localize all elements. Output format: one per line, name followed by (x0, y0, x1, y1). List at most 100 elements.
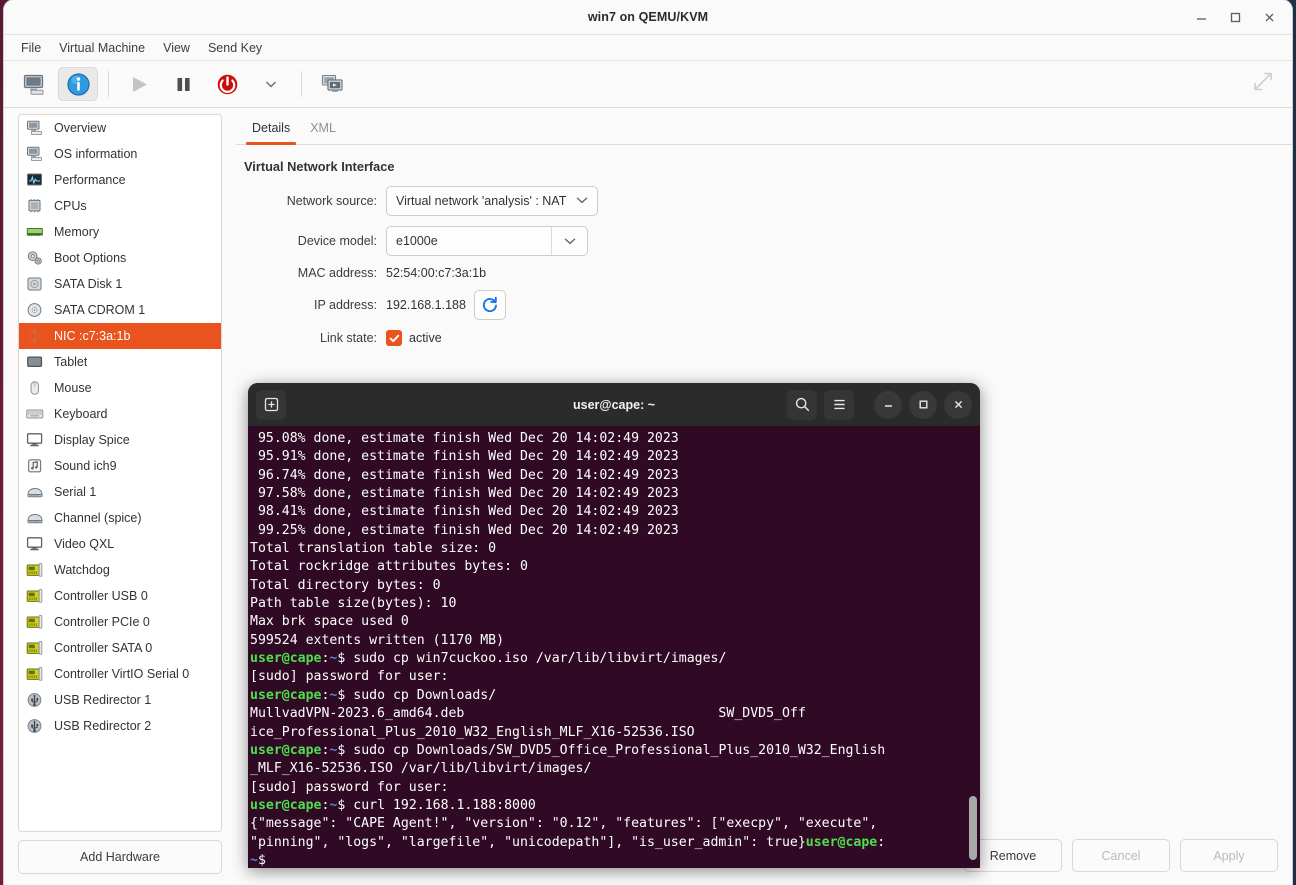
fullscreen-icon[interactable] (1252, 71, 1274, 98)
details-tabs: Details XML (236, 108, 1292, 144)
sidebar-item-keyboard[interactable]: Keyboard (19, 401, 221, 427)
link-state-checkbox[interactable] (386, 330, 402, 346)
sidebar-item-label: Controller PCIe 0 (54, 615, 150, 629)
console-view-button[interactable] (14, 67, 54, 101)
terminal-line: MullvadVPN-2023.6_amd64.deb SW_DVD5_Off (250, 705, 980, 723)
chevron-down-icon[interactable] (551, 227, 587, 255)
sidebar-item-sata-disk-1[interactable]: SATA Disk 1 (19, 271, 221, 297)
terminal-line: "pinning", "logs", "largefile", "unicode… (250, 834, 980, 852)
menu-send-key[interactable]: Send Key (199, 39, 271, 57)
sidebar-item-overview[interactable]: Overview (19, 115, 221, 141)
terminal-line: 95.91% done, estimate finish Wed Dec 20 … (250, 448, 980, 466)
sidebar-item-serial-1[interactable]: Serial 1 (19, 479, 221, 505)
sound-icon (25, 457, 45, 475)
keyboard-icon (25, 405, 45, 423)
sidebar-item-display-spice[interactable]: Display Spice (19, 427, 221, 453)
mac-address-label: MAC address: (244, 266, 386, 280)
new-tab-icon[interactable] (256, 390, 286, 420)
sidebar-item-controller-sata-0[interactable]: Controller SATA 0 (19, 635, 221, 661)
terminal-scrollbar[interactable] (969, 796, 977, 860)
menu-file[interactable]: File (12, 39, 50, 57)
sidebar-item-label: Display Spice (54, 433, 130, 447)
snapshots-button[interactable] (312, 67, 352, 101)
cancel-button[interactable]: Cancel (1072, 839, 1170, 872)
sidebar-item-label: Sound ich9 (54, 459, 117, 473)
sidebar-item-controller-usb-0[interactable]: Controller USB 0 (19, 583, 221, 609)
sidebar-item-tablet[interactable]: Tablet (19, 349, 221, 375)
terminal-line: user@cape:~$ sudo cp Downloads/ (250, 687, 980, 705)
card-icon (25, 587, 45, 605)
terminal-text: [sudo] password for user: (250, 669, 449, 684)
device-model-row: Device model: e1000e (244, 226, 1292, 256)
minimize-icon[interactable] (874, 391, 902, 419)
hamburger-icon[interactable] (824, 390, 854, 420)
sidebar-item-mouse[interactable]: Mouse (19, 375, 221, 401)
sidebar-item-sata-cdrom-1[interactable]: SATA CDROM 1 (19, 297, 221, 323)
maximize-icon[interactable] (909, 391, 937, 419)
refresh-icon[interactable] (474, 290, 506, 320)
hardware-list[interactable]: OverviewOS informationPerformanceCPUsMem… (18, 114, 222, 832)
terminal-text: 98.41% done, estimate finish Wed Dec 20 … (250, 504, 679, 519)
terminal-line: [sudo] password for user: (250, 779, 980, 797)
minimize-icon[interactable] (1184, 4, 1218, 32)
device-model-combo[interactable]: e1000e (386, 226, 588, 256)
terminal-text: ~ (250, 853, 258, 868)
run-button[interactable] (119, 67, 159, 101)
toolbar (4, 61, 1292, 108)
shutdown-button[interactable] (207, 67, 247, 101)
terminal-line: _MLF_X16-52536.ISO /var/lib/libvirt/imag… (250, 760, 980, 778)
sidebar-item-performance[interactable]: Performance (19, 167, 221, 193)
sidebar-item-label: Video QXL (54, 537, 114, 551)
sidebar-item-controller-virtio-serial-0[interactable]: Controller VirtIO Serial 0 (19, 661, 221, 687)
details-view-button[interactable] (58, 67, 98, 101)
section-title: Virtual Network Interface (244, 159, 1292, 174)
sidebar-item-label: Keyboard (54, 407, 108, 421)
chevron-down-icon[interactable] (251, 67, 291, 101)
terminal-line: 97.58% done, estimate finish Wed Dec 20 … (250, 485, 980, 503)
menu-view[interactable]: View (154, 39, 199, 57)
add-hardware-button[interactable]: Add Hardware (18, 840, 222, 874)
window-title: win7 on QEMU/KVM (588, 10, 708, 24)
terminal-text: 97.58% done, estimate finish Wed Dec 20 … (250, 486, 679, 501)
mac-address-value: 52:54:00:c7:3a:1b (386, 266, 486, 280)
terminal-text: : (877, 835, 885, 850)
tab-xml[interactable]: XML (300, 121, 346, 144)
sidebar-item-controller-pcie-0[interactable]: Controller PCIe 0 (19, 609, 221, 635)
sidebar-item-os-information[interactable]: OS information (19, 141, 221, 167)
network-icon (25, 327, 45, 345)
sidebar-item-watchdog[interactable]: Watchdog (19, 557, 221, 583)
terminal-text: {"message": "CAPE Agent!", "version": "0… (250, 816, 877, 831)
terminal-text: ice_Professional_Plus_2010_W32_English_M… (250, 725, 695, 740)
network-source-select[interactable]: Virtual network 'analysis' : NAT (386, 186, 598, 216)
display-icon (25, 535, 45, 553)
pause-button[interactable] (163, 67, 203, 101)
terminal-line: Path table size(bytes): 10 (250, 595, 980, 613)
sidebar-item-cpus[interactable]: CPUs (19, 193, 221, 219)
close-icon[interactable] (1252, 4, 1286, 32)
sidebar-item-usb-redirector-1[interactable]: USB Redirector 1 (19, 687, 221, 713)
sidebar-item-boot-options[interactable]: Boot Options (19, 245, 221, 271)
menu-virtual-machine[interactable]: Virtual Machine (50, 39, 154, 57)
terminal-line: 98.41% done, estimate finish Wed Dec 20 … (250, 503, 980, 521)
sidebar-item-nic-c7-3a-1b[interactable]: NIC :c7:3a:1b (19, 323, 221, 349)
search-icon[interactable] (787, 390, 817, 420)
maximize-icon[interactable] (1218, 4, 1252, 32)
sidebar-item-channel-spice[interactable]: Channel (spice) (19, 505, 221, 531)
close-icon[interactable] (944, 391, 972, 419)
sidebar-item-memory[interactable]: Memory (19, 219, 221, 245)
apply-button[interactable]: Apply (1180, 839, 1278, 872)
sidebar-item-usb-redirector-2[interactable]: USB Redirector 2 (19, 713, 221, 739)
device-model-value[interactable]: e1000e (387, 227, 551, 255)
window-controls (1184, 0, 1286, 35)
titlebar: win7 on QEMU/KVM (4, 0, 1292, 35)
network-source-row: Network source: Virtual network 'analysi… (244, 186, 1292, 216)
tab-details[interactable]: Details (242, 121, 300, 144)
disk-icon (25, 275, 45, 293)
sidebar-item-sound-ich9[interactable]: Sound ich9 (19, 453, 221, 479)
terminal-text: Total translation table size: 0 (250, 541, 496, 556)
sidebar-item-video-qxl[interactable]: Video QXL (19, 531, 221, 557)
terminal-output[interactable]: 95.08% done, estimate finish Wed Dec 20 … (248, 426, 980, 868)
terminal-text: user@cape (250, 798, 321, 813)
terminal-text: Max brk space used 0 (250, 614, 409, 629)
terminal-line: Max brk space used 0 (250, 613, 980, 631)
